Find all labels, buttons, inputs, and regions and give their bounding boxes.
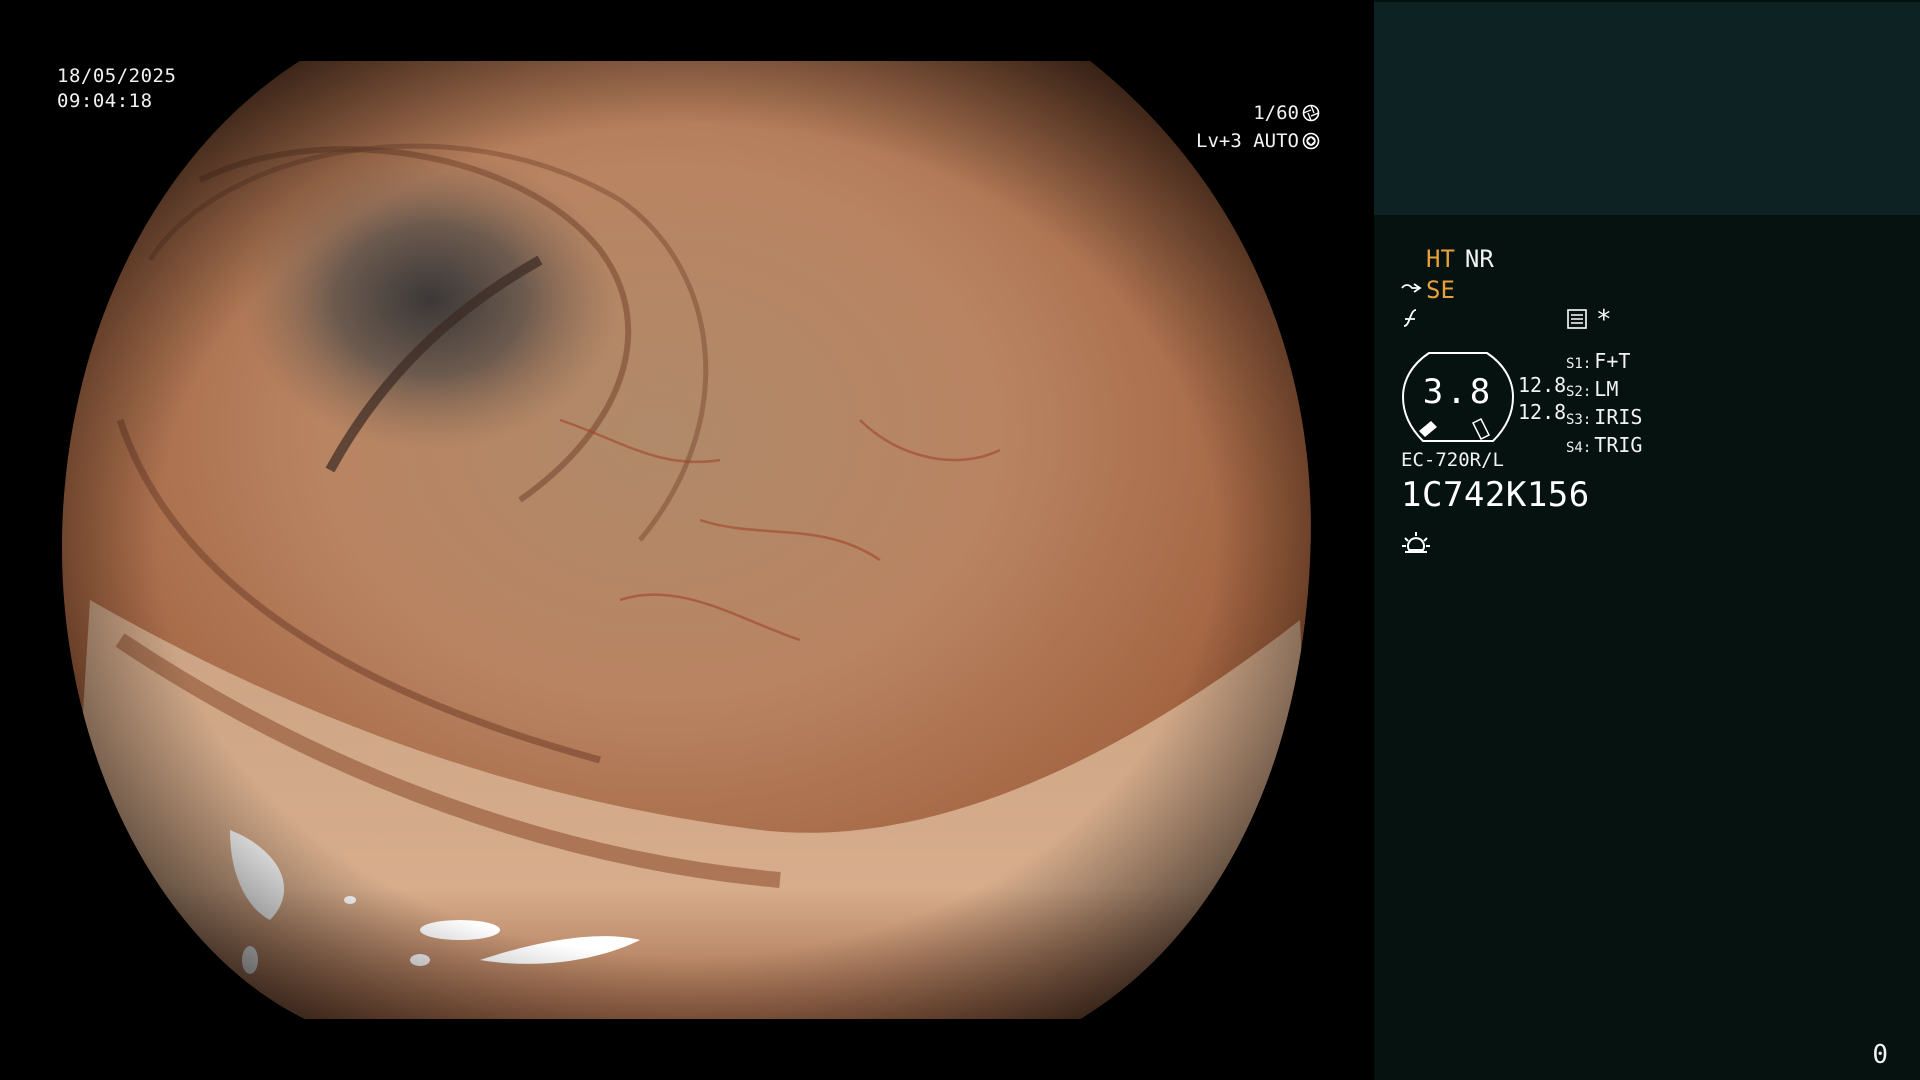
gauge-side-values: 12.8 12.8	[1518, 372, 1566, 426]
mode-se: SE	[1426, 276, 1455, 304]
switch-row: S3: IRIS	[1566, 405, 1643, 429]
switch-row: S1: F+T	[1566, 349, 1631, 373]
iris-icon	[1302, 132, 1320, 150]
time-text: 09:04:18	[57, 90, 153, 112]
date-time: 18/05/2025 09:04:18	[57, 64, 176, 114]
exposure-readout: 1/60 Lv+3 AUTO	[1196, 99, 1320, 155]
switch-row: S4: TRIG	[1566, 433, 1643, 457]
light-source-icon	[1402, 532, 1430, 553]
menu-settings-icon	[1567, 309, 1587, 329]
star-marker: *	[1596, 305, 1612, 335]
gauge-value: 3.8	[1422, 372, 1494, 412]
date-text: 18/05/2025	[57, 65, 177, 87]
color-tone-icon	[1403, 309, 1417, 327]
gauge-right-value: 12.8	[1518, 400, 1567, 424]
shutter-speed: 1/60	[1253, 102, 1299, 124]
gauge-left-value: 12.8	[1518, 373, 1567, 397]
endoscope-view: 18/05/2025 09:04:18 1/60 Lv+3 AUTO	[0, 0, 1374, 1080]
mode-nr: NR	[1464, 245, 1494, 273]
image-mode-indicators: HT NR SE	[1426, 244, 1494, 306]
structure-enhancement-icon	[1401, 283, 1422, 293]
frame-counter: 0	[1872, 1040, 1888, 1070]
info-panel: HT NR SE * 3.8 12.8 12.8 S1: F+T S2: LM S3…	[1374, 0, 1920, 1080]
mode-ht: HT	[1426, 245, 1455, 273]
switch-row: S2: LM	[1566, 377, 1619, 401]
scope-model: EC-720R/L	[1401, 449, 1504, 471]
endoscopic-image	[61, 61, 1311, 1019]
shutter-aperture-icon	[1302, 104, 1320, 122]
scope-serial: 1C742K156	[1401, 475, 1590, 515]
exposure-mode: Lv+3 AUTO	[1196, 130, 1299, 152]
switch-assignments: S1: F+T S2: LM S3: IRIS S4: TRIG	[1566, 349, 1642, 461]
panel-header-area	[1374, 2, 1920, 215]
